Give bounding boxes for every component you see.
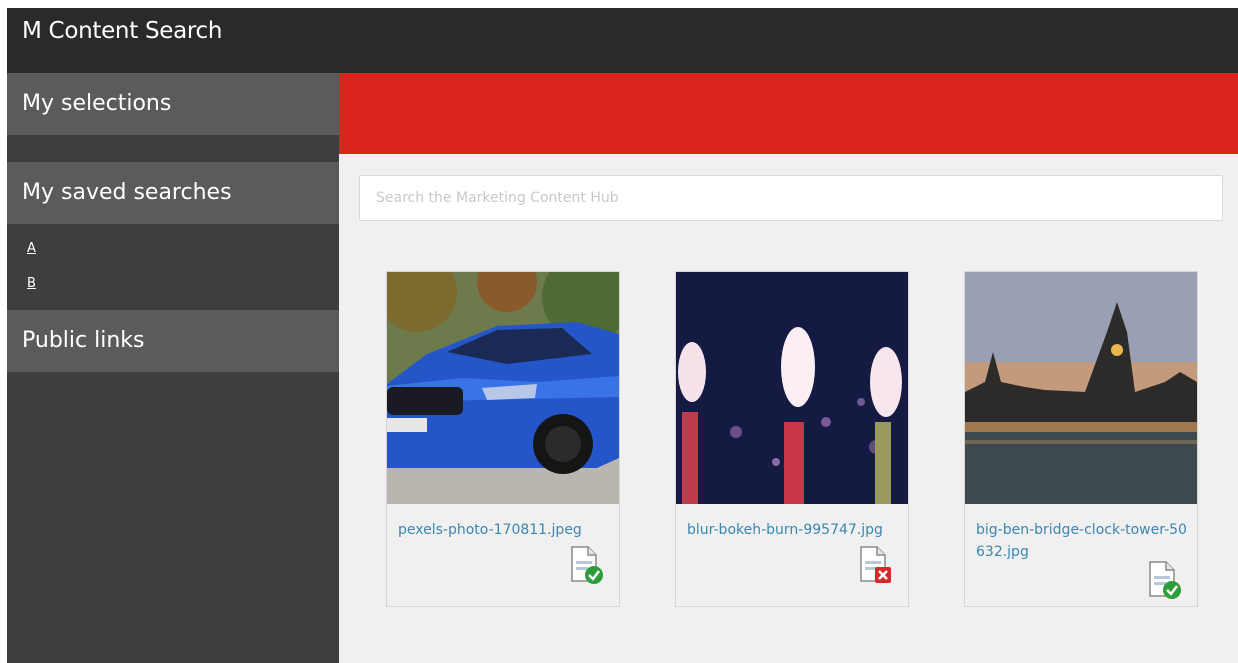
app-header: M Content Search xyxy=(7,8,1238,73)
saved-search-link-b[interactable]: B xyxy=(27,276,36,291)
my-selections-header[interactable]: My selections xyxy=(7,73,339,135)
asset-filename[interactable]: big-ben-bridge-clock-tower-50632.jpg xyxy=(976,519,1191,563)
sidebar: My selections My saved searches A B Publ… xyxy=(7,73,339,663)
asset-thumbnail-car[interactable] xyxy=(387,272,619,504)
app-window: M Content Search My selections My saved … xyxy=(7,8,1238,663)
asset-card[interactable]: blur-bokeh-burn-995747.jpg xyxy=(675,271,909,607)
asset-thumbnail-candles[interactable] xyxy=(676,272,908,504)
asset-card[interactable]: big-ben-bridge-clock-tower-50632.jpg xyxy=(964,271,1198,607)
red-banner xyxy=(339,73,1238,154)
asset-filename[interactable]: blur-bokeh-burn-995747.jpg xyxy=(687,519,902,541)
document-check-icon xyxy=(1146,560,1182,600)
main-content: pexels-photo-170811.jpeg xyxy=(339,73,1238,663)
asset-thumbnail-big-ben[interactable] xyxy=(965,272,1197,504)
asset-filename[interactable]: pexels-photo-170811.jpeg xyxy=(398,519,613,541)
document-check-icon xyxy=(568,545,604,585)
search-input[interactable] xyxy=(359,175,1223,221)
asset-card[interactable]: pexels-photo-170811.jpeg xyxy=(386,271,620,607)
saved-searches-header[interactable]: My saved searches xyxy=(7,162,339,224)
app-title: M Content Search xyxy=(22,18,223,44)
saved-search-link-a[interactable]: A xyxy=(27,241,36,256)
document-error-icon xyxy=(857,545,893,585)
public-links-header[interactable]: Public links xyxy=(7,310,339,372)
